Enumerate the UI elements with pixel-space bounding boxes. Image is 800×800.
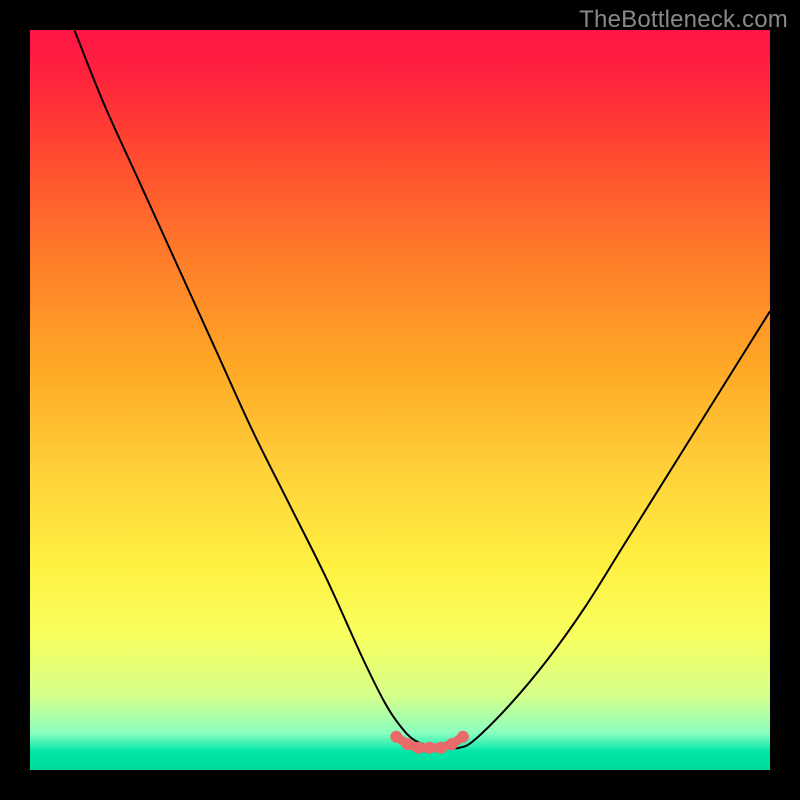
sweet-spot-marker <box>390 731 402 743</box>
chart-frame: TheBottleneck.com <box>0 0 800 800</box>
plot-area <box>30 30 770 770</box>
sweet-spot-marker <box>457 731 469 743</box>
heat-gradient-background <box>30 30 770 770</box>
bottleneck-chart <box>30 30 770 770</box>
sweet-spot-marker <box>413 742 425 754</box>
sweet-spot-marker <box>435 742 447 754</box>
sweet-spot-marker <box>401 738 413 750</box>
sweet-spot-marker <box>446 738 458 750</box>
sweet-spot-marker <box>424 742 436 754</box>
